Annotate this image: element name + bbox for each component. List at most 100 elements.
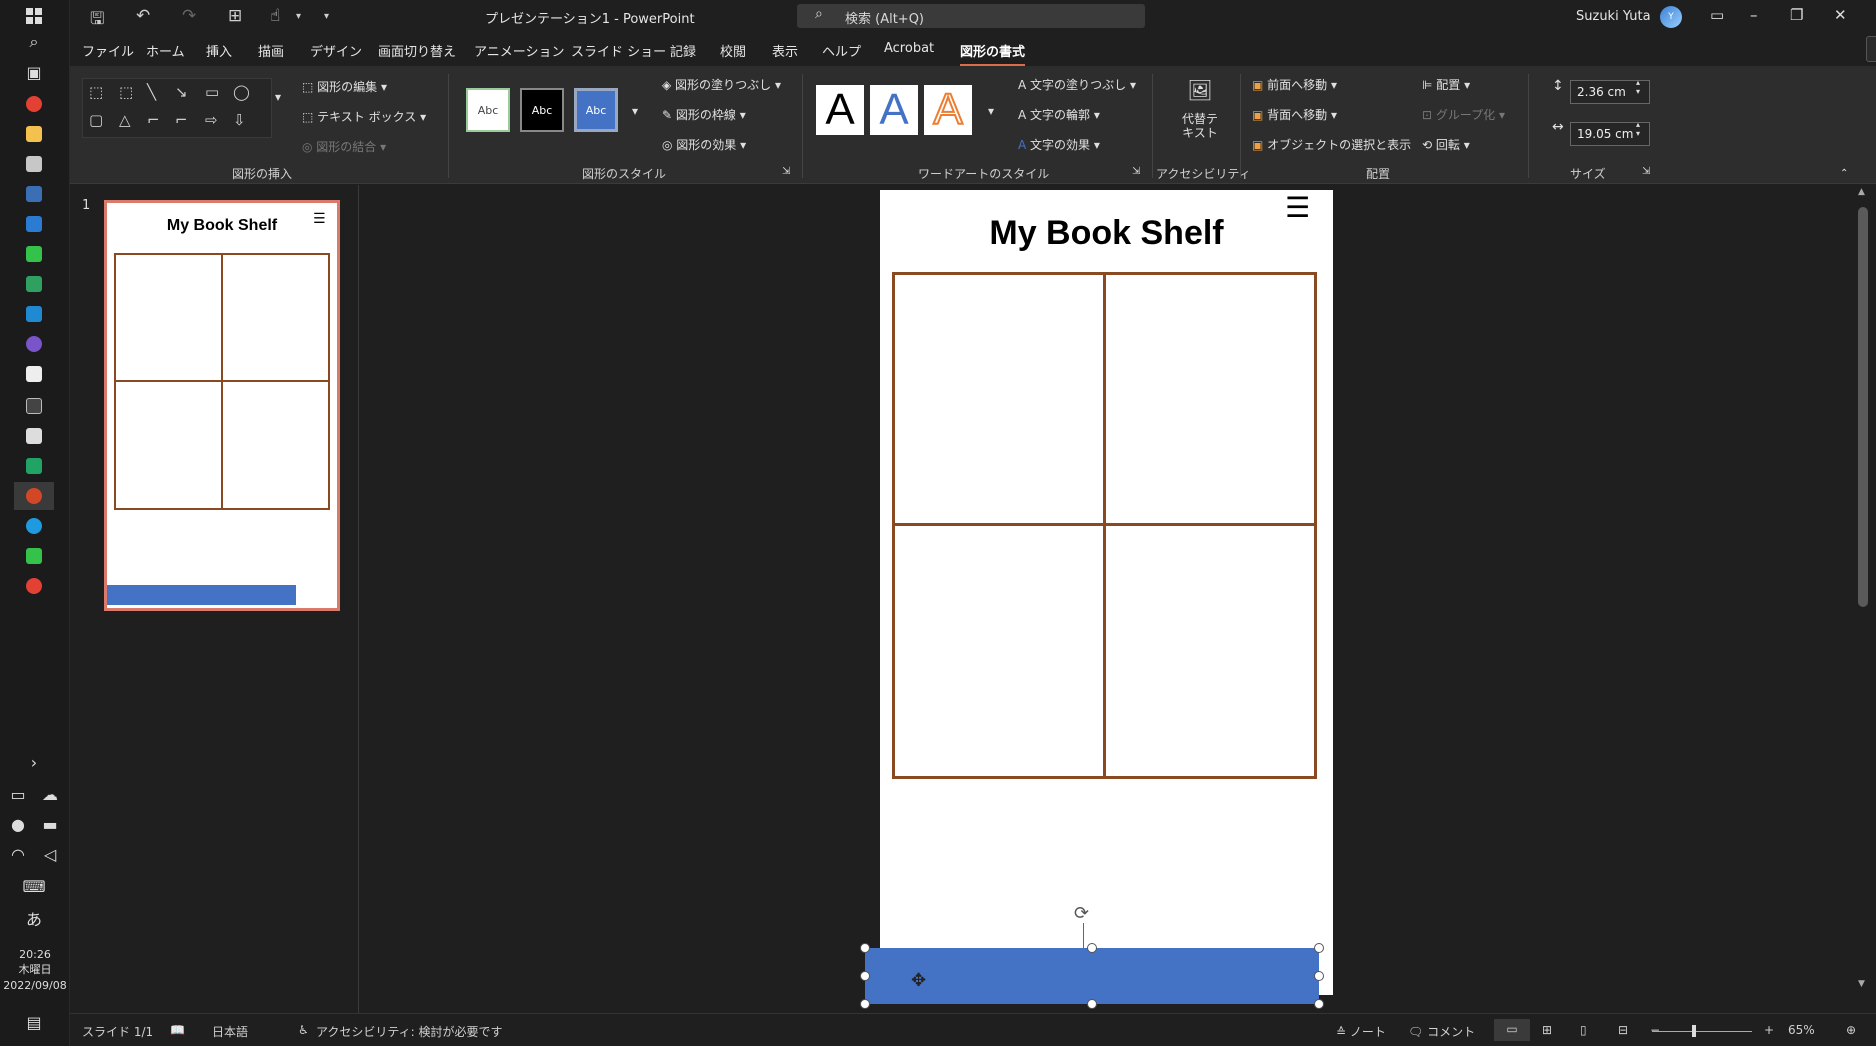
ribbon-display-icon[interactable]: ▭ (1710, 6, 1724, 24)
app-icon[interactable] (20, 150, 48, 178)
styles-more-icon[interactable]: ▾ (632, 104, 638, 118)
alt-text-icon[interactable]: 🖼 (1174, 78, 1226, 102)
excel-icon[interactable] (20, 452, 48, 480)
skype-icon[interactable] (20, 512, 48, 540)
search-icon[interactable]: ⌕ (20, 28, 48, 56)
notion-icon[interactable] (20, 360, 48, 388)
tab-insert[interactable]: 挿入 (206, 41, 232, 60)
zoom-slider-thumb[interactable] (1692, 1025, 1696, 1037)
bring-forward-button[interactable]: ▣ 前面へ移動 ▾ (1252, 76, 1337, 93)
zoom-in-icon[interactable]: + (1764, 1023, 1774, 1037)
tab-acrobat[interactable]: Acrobat (884, 41, 934, 56)
comments-button[interactable]: 🗨 コメント (1408, 1023, 1475, 1040)
vertical-scrollbar[interactable]: ▲ ▼ (1850, 185, 1876, 1013)
powerpoint-icon[interactable] (14, 482, 54, 510)
clock-time[interactable]: 20:26 (0, 947, 70, 962)
arrow-shape-icon[interactable]: ↘ (175, 83, 188, 101)
search-box[interactable]: ⌕ 検索 (Alt+Q) (797, 4, 1145, 28)
fit-to-window-icon[interactable]: ⊕ (1846, 1023, 1856, 1037)
slide-sorter-icon[interactable]: ⊞ (1542, 1023, 1552, 1037)
selected-blue-rectangle[interactable] (865, 948, 1319, 1004)
tab-review[interactable]: 校閲 (720, 41, 746, 60)
battery-icon[interactable]: ▬ (36, 810, 64, 838)
spellcheck-icon[interactable]: 📖 (170, 1023, 185, 1037)
textbox-shape-icon[interactable]: ⬚ (89, 83, 103, 101)
tab-transitions[interactable]: 画面切り替え (378, 41, 456, 60)
accessibility-status[interactable]: アクセシビリティ: 検討が必要です (316, 1023, 503, 1040)
volume-icon[interactable]: ◁ (36, 840, 64, 868)
zoom-level[interactable]: 65% (1788, 1023, 1815, 1037)
tab-file[interactable]: ファイル (82, 41, 134, 60)
wifi-icon[interactable]: ◠ (4, 840, 32, 868)
slide-canvas[interactable]: My Book Shelf ☰ (880, 190, 1333, 995)
collapse-ribbon-icon[interactable]: ⌃ (1840, 168, 1848, 179)
reading-view-icon[interactable]: ▯ (1580, 1023, 1587, 1037)
photos-icon[interactable] (20, 422, 48, 450)
share-button[interactable]: ⇪ 共有 (1866, 36, 1876, 62)
touch-mode-icon[interactable]: ☝ (270, 6, 280, 26)
shape-outline-button[interactable]: ✎ 図形の枠線 ▾ (662, 106, 746, 123)
redo-icon[interactable]: ↷ (182, 6, 196, 26)
normal-view-icon[interactable]: ▭ (1494, 1019, 1530, 1041)
undo-icon[interactable]: ↶ (136, 6, 150, 26)
rectangle-shape-icon[interactable]: ▭ (205, 83, 219, 101)
windows-start-icon[interactable] (20, 2, 48, 30)
terminal-icon[interactable] (20, 392, 48, 420)
right-arrow-shape-icon[interactable]: ⇨ (205, 111, 218, 129)
word-icon[interactable] (20, 180, 48, 208)
scroll-up-icon[interactable]: ▲ (1858, 187, 1865, 197)
down-arrow-shape-icon[interactable]: ⇩ (233, 111, 246, 129)
resize-handle[interactable] (860, 971, 870, 981)
resize-handle[interactable] (1314, 999, 1324, 1009)
shelf-divider-horizontal[interactable] (895, 523, 1314, 526)
notification-icon[interactable]: ▤ (20, 1008, 48, 1036)
present-icon[interactable]: ⊞ (228, 6, 242, 26)
user-name[interactable]: Suzuki Yuta (1576, 9, 1651, 24)
connector-shape-icon[interactable]: ⌐ (147, 111, 160, 129)
line-shape-icon[interactable]: ╲ (147, 83, 156, 101)
scrollbar-thumb[interactable] (1858, 207, 1868, 607)
tab-home[interactable]: ホーム (146, 41, 185, 60)
slide-thumbnail[interactable]: My Book Shelf ☰ (104, 200, 340, 611)
menu-icon[interactable]: ☰ (1285, 194, 1310, 222)
line-icon-2[interactable] (20, 542, 48, 570)
slideshow-icon[interactable]: ⊟ (1618, 1023, 1628, 1037)
wordart-blue[interactable]: A (870, 85, 918, 135)
shape-gallery[interactable]: ⬚ ⬚ ╲ ↘ ▭ ◯ ▢ △ ⌐ ⌐ ⇨ ⇩ (82, 78, 272, 138)
resize-handle[interactable] (1314, 943, 1324, 953)
align-button[interactable]: ⊫ 配置 ▾ (1422, 76, 1470, 93)
chrome-icon[interactable] (20, 90, 48, 118)
device-icon[interactable]: ▭ (4, 780, 32, 808)
group-button[interactable]: ⊡ グループ化 ▾ (1422, 106, 1505, 123)
chrome-icon-2[interactable] (20, 572, 48, 600)
chat-icon[interactable] (20, 270, 48, 298)
triangle-shape-icon[interactable]: △ (119, 111, 131, 129)
edit-shape-button[interactable]: ⬚ 図形の編集 ▾ (302, 78, 387, 95)
rotate-handle-icon[interactable]: ⟳ (1074, 903, 1089, 924)
ime-indicator[interactable]: あ (20, 904, 48, 932)
zoom-slider[interactable] (1652, 1031, 1752, 1032)
oval-shape-icon[interactable]: ◯ (233, 83, 250, 101)
tab-view[interactable]: 表示 (772, 41, 798, 60)
send-backward-button[interactable]: ▣ 背面へ移動 ▾ (1252, 106, 1337, 123)
zoom-out-icon[interactable]: − (1650, 1023, 1660, 1037)
text-outline-button[interactable]: A 文字の輪郭 ▾ (1018, 106, 1100, 123)
restore-icon[interactable]: ❐ (1790, 6, 1803, 24)
tab-record[interactable]: 記録 (670, 41, 696, 60)
github-icon[interactable] (20, 330, 48, 358)
keyboard-icon[interactable]: ⌨ (20, 872, 48, 900)
shape-style-black[interactable]: Abc (520, 88, 564, 132)
slide-editor-canvas[interactable]: My Book Shelf ☰ ✥ ⟳ (360, 185, 1850, 1013)
accessibility-icon[interactable]: ♿ (298, 1023, 309, 1037)
resize-handle[interactable] (1314, 971, 1324, 981)
customize-qat-icon[interactable]: ▾ (324, 11, 329, 22)
wordart-black[interactable]: A (816, 85, 864, 135)
wordart-orange[interactable]: A (924, 84, 972, 135)
scroll-down-icon[interactable]: ▼ (1858, 979, 1865, 989)
file-explorer-icon[interactable] (20, 120, 48, 148)
vertical-textbox-shape-icon[interactable]: ⬚ (119, 83, 133, 101)
gallery-more-icon[interactable]: ▾ (275, 90, 281, 104)
task-view-icon[interactable]: ▣ (20, 58, 48, 86)
tab-shape-format[interactable]: 図形の書式 (960, 41, 1026, 67)
close-icon[interactable]: ✕ (1834, 6, 1847, 24)
